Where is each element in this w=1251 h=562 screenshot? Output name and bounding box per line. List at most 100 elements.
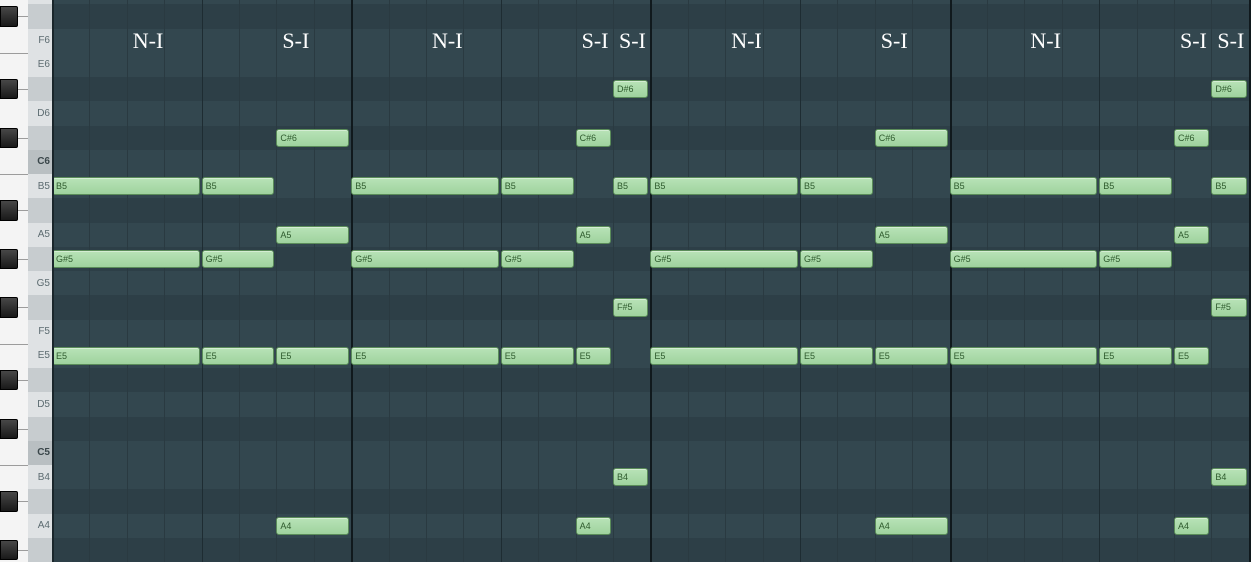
note-grid[interactable]: B5G#5E5E4B5G#5E5E4C#6A5E5A4B5G#5E5E4B5G#… (52, 0, 1251, 562)
beat-line (89, 0, 90, 562)
beat-line (239, 0, 240, 562)
midi-note[interactable]: E5 (576, 347, 611, 365)
midi-note[interactable]: E5 (501, 347, 574, 365)
chord-label: N-I (432, 28, 463, 54)
midi-note[interactable]: A5 (576, 226, 611, 244)
bar-line (501, 0, 502, 562)
pitch-label: D6 (28, 101, 52, 125)
pitch-label-strip: G6F6E6D6C6B5A5G5F5E5D5C5B4A4G4F4E4D4 (28, 0, 52, 562)
black-key[interactable] (0, 79, 18, 99)
grid-left-border (52, 0, 54, 562)
black-key[interactable] (0, 370, 18, 390)
midi-note[interactable]: G#5 (650, 250, 798, 268)
midi-note[interactable]: A5 (1174, 226, 1209, 244)
black-key[interactable] (0, 297, 18, 317)
bar-line (1249, 0, 1251, 562)
midi-note[interactable]: B5 (800, 177, 873, 195)
midi-note[interactable]: B5 (202, 177, 275, 195)
midi-note[interactable]: E5 (351, 347, 499, 365)
midi-note[interactable]: C#6 (1174, 129, 1209, 147)
pitch-label: A5 (28, 223, 52, 247)
beat-line (725, 0, 726, 562)
bar-line (650, 0, 652, 562)
midi-note[interactable]: B5 (501, 177, 574, 195)
chord-label: S-I (582, 28, 609, 54)
midi-note[interactable]: E5 (202, 347, 275, 365)
midi-note[interactable]: G#5 (950, 250, 1098, 268)
midi-note[interactable]: C#6 (576, 129, 611, 147)
midi-note[interactable]: E5 (1174, 347, 1209, 365)
black-key[interactable] (0, 419, 18, 439)
midi-note[interactable]: A4 (1174, 517, 1209, 535)
midi-note[interactable]: A4 (576, 517, 611, 535)
bar-line (202, 0, 203, 562)
midi-note[interactable]: C#6 (276, 129, 349, 147)
beat-line (538, 0, 539, 562)
chord-label: S-I (881, 28, 908, 54)
midi-note[interactable]: G#5 (1099, 250, 1172, 268)
midi-note[interactable]: D#6 (613, 80, 648, 98)
black-key[interactable] (0, 6, 18, 26)
midi-note[interactable]: B5 (351, 177, 499, 195)
bar-line (950, 0, 952, 562)
beat-line (127, 0, 128, 562)
beat-line (1062, 0, 1063, 562)
midi-note[interactable]: G#5 (800, 250, 873, 268)
midi-note[interactable]: B5 (950, 177, 1098, 195)
midi-note[interactable]: C#6 (875, 129, 948, 147)
black-key[interactable] (0, 491, 18, 511)
beat-line (1024, 0, 1025, 562)
beat-line (314, 0, 315, 562)
midi-note[interactable]: B4 (1211, 468, 1246, 486)
black-key[interactable] (0, 249, 18, 269)
midi-note[interactable]: E5 (800, 347, 873, 365)
black-key[interactable] (0, 200, 18, 220)
chord-label: S-I (1180, 28, 1207, 54)
midi-note[interactable]: E5 (276, 347, 349, 365)
midi-note[interactable]: F#5 (1211, 298, 1246, 316)
midi-note[interactable]: A5 (276, 226, 349, 244)
pitch-label: B5 (28, 174, 52, 198)
midi-note[interactable]: A5 (875, 226, 948, 244)
beat-line (426, 0, 427, 562)
midi-note[interactable]: B5 (52, 177, 200, 195)
midi-note[interactable]: E5 (650, 347, 798, 365)
midi-note[interactable]: E5 (1099, 347, 1172, 365)
midi-note[interactable]: G#5 (351, 250, 499, 268)
beat-line (164, 0, 165, 562)
pitch-label: D5 (28, 392, 52, 416)
midi-note[interactable]: G#5 (202, 250, 275, 268)
beat-line (276, 0, 277, 562)
midi-note[interactable]: B5 (1211, 177, 1246, 195)
black-key[interactable] (0, 540, 18, 560)
beat-line (463, 0, 464, 562)
midi-note[interactable]: A4 (276, 517, 349, 535)
midi-note[interactable]: B5 (613, 177, 648, 195)
beat-line (389, 0, 390, 562)
midi-note[interactable]: E5 (52, 347, 200, 365)
chord-label: N-I (133, 28, 164, 54)
midi-note[interactable]: G#5 (52, 250, 200, 268)
midi-note[interactable]: B5 (1099, 177, 1172, 195)
chord-label: S-I (619, 28, 646, 54)
midi-note[interactable]: B4 (613, 468, 648, 486)
midi-note[interactable]: G#5 (501, 250, 574, 268)
chord-label: N-I (731, 28, 762, 54)
pitch-label: B4 (28, 465, 52, 489)
midi-note[interactable]: E5 (875, 347, 948, 365)
midi-note[interactable]: B5 (650, 177, 798, 195)
black-key[interactable] (0, 128, 18, 148)
pitch-label: E6 (28, 53, 52, 77)
piano-keyboard[interactable] (0, 0, 28, 562)
beat-line (912, 0, 913, 562)
midi-note[interactable]: E5 (950, 347, 1098, 365)
pitch-label: F5 (28, 320, 52, 344)
piano-roll[interactable]: G6F6E6D6C6B5A5G5F5E5D5C5B4A4G4F4E4D4 B5G… (0, 0, 1251, 562)
chord-label: S-I (1217, 28, 1244, 54)
midi-note[interactable]: D#6 (1211, 80, 1246, 98)
beat-line (576, 0, 577, 562)
chord-label: N-I (1030, 28, 1061, 54)
midi-note[interactable]: F#5 (613, 298, 648, 316)
beat-line (763, 0, 764, 562)
midi-note[interactable]: A4 (875, 517, 948, 535)
